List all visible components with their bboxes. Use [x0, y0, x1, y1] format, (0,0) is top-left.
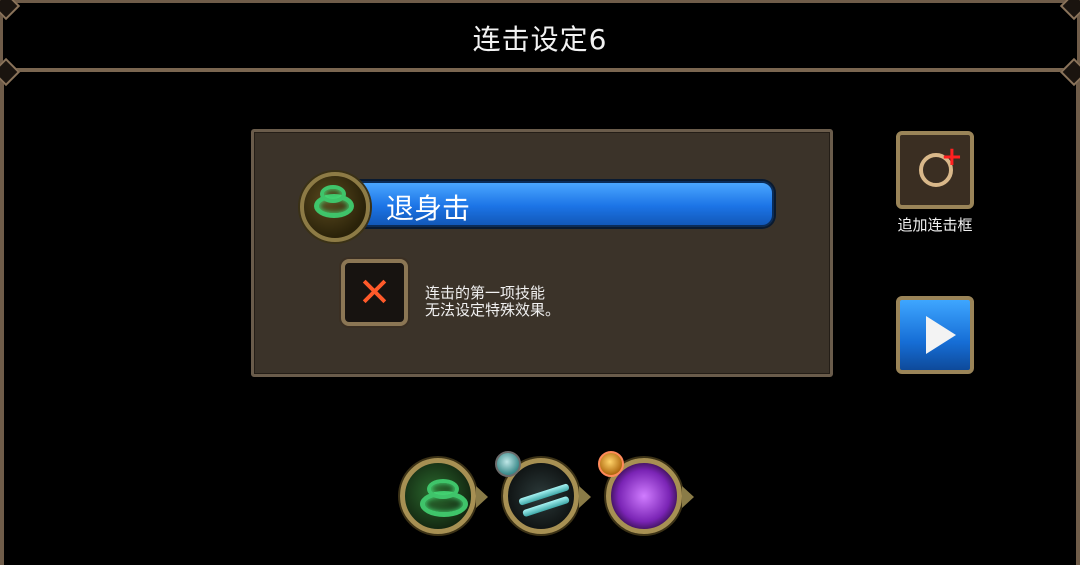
combo-slot-panel	[251, 129, 833, 377]
play-button[interactable]	[896, 296, 974, 374]
skill-name-label: 退身击	[386, 192, 471, 225]
plus-icon: +	[941, 142, 963, 172]
chevron-right-icon	[682, 486, 694, 508]
combo-settings-screen: 连击设定6 退身击 ✕ 连击的第一项技能 无法设定特殊效果。 + 追加连击框	[0, 0, 1080, 565]
chevron-right-icon	[476, 486, 488, 508]
special-effect-disabled-slot: ✕	[341, 259, 408, 326]
frame-right-edge	[1076, 72, 1080, 565]
add-combo-frame-label: 追加连击框	[897, 216, 973, 234]
potion-badge-icon	[495, 451, 521, 477]
green-swirl-skill-icon	[400, 458, 476, 534]
chevron-right-icon	[579, 486, 591, 508]
first-skill-notice-line2: 无法设定特殊效果。	[425, 301, 561, 319]
first-skill-notice-line1: 连击的第一项技能	[425, 284, 546, 302]
green-swirl-skill-icon-inner	[320, 185, 346, 203]
page-title: 连击设定6	[472, 23, 608, 56]
frame-left-edge	[0, 72, 4, 565]
first-skill-notice: 连击的第一项技能 无法设定特殊效果。	[425, 285, 560, 319]
fist-badge-icon	[598, 451, 624, 477]
green-swirl-ring-icon-inner	[427, 479, 459, 499]
skill-icon-medal[interactable]	[300, 172, 370, 242]
play-icon	[926, 316, 956, 354]
combo-slot-1[interactable]	[400, 458, 488, 542]
close-icon: ✕	[357, 270, 392, 316]
add-combo-frame-button[interactable]: +	[896, 131, 974, 209]
